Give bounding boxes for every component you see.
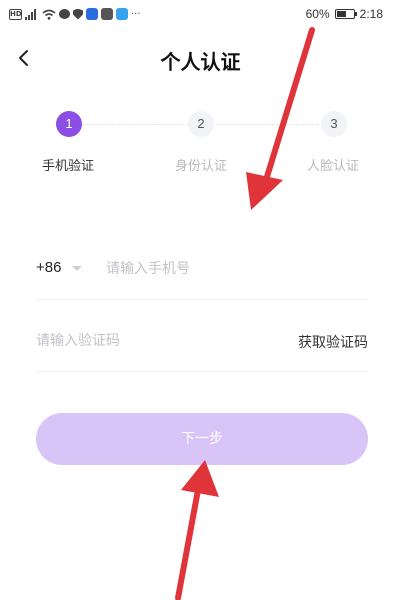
battery-icon [334,9,357,19]
get-code-button[interactable]: 获取验证码 [298,332,368,352]
country-code-selector[interactable]: +86 [36,259,61,276]
status-right: 60% 2:18 [306,7,383,21]
annotation-arrow-up [175,460,219,600]
status-icons: HD ··· [9,8,141,20]
step-3-label: 人脸认证 [307,159,360,174]
step-1-label: 手机验证 [42,159,95,174]
hd-icon: HD [9,8,22,20]
wifi-icon [42,9,56,20]
verification-code-input[interactable] [36,324,236,358]
next-button[interactable]: 下一步 [36,413,368,465]
message-icon [59,9,70,19]
step-1-indicator: 1 [56,111,82,137]
cloud-icon [116,8,128,20]
step-2-indicator: 2 [188,111,214,137]
clock: 2:18 [359,7,383,21]
app-notification-icon [101,8,113,20]
more-notifications-icon: ··· [131,8,141,20]
signal-icon [25,8,39,20]
verification-code-row: 获取验证码 [36,320,368,372]
app-notification-icon [86,8,98,20]
shield-icon [73,8,83,20]
phone-input[interactable] [106,252,356,286]
step-2-label: 身份认证 [175,159,228,174]
annotation-arrows [175,27,315,600]
page-title: 个人认证 [160,50,241,74]
status-bar: HD ··· 60% 2:18 [0,0,401,30]
battery-percent: 60% [305,7,330,21]
phone-row: +86 [36,248,368,300]
caret-down-icon[interactable] [72,266,82,271]
step-3-indicator: 3 [321,111,347,137]
